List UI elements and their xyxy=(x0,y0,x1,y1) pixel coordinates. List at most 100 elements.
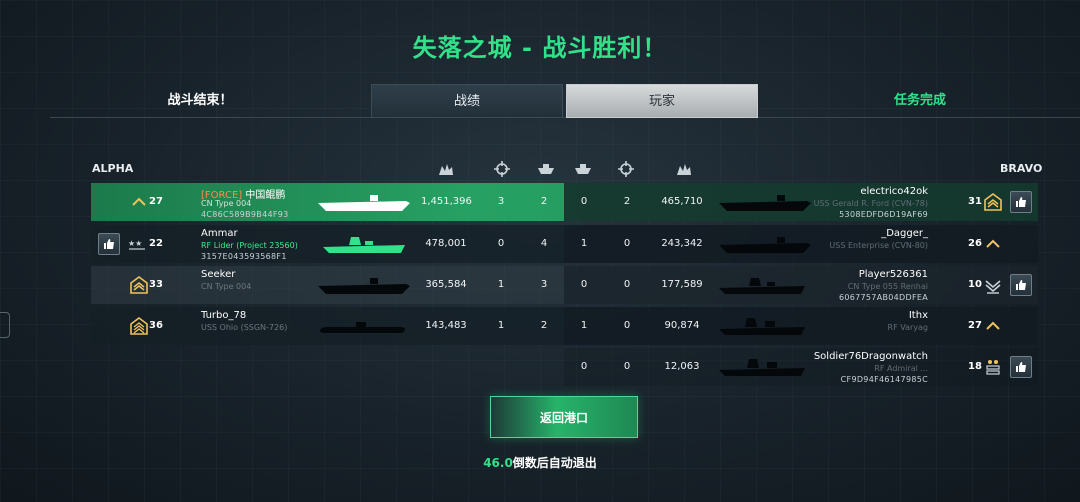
page-title: 失落之城 - 战斗胜利！ xyxy=(412,34,668,62)
player-level: 18 xyxy=(968,361,982,372)
ship-name: CN Type 004 xyxy=(201,282,252,291)
assists-value: 1 xyxy=(580,320,588,331)
carrier-silhouette-icon xyxy=(719,195,811,211)
thumbs-up-icon xyxy=(1016,197,1026,207)
ship-name: USS Ohio (SSGN-726) xyxy=(201,323,288,332)
countdown-seconds: 46.0 xyxy=(483,456,513,470)
like-button[interactable] xyxy=(1010,191,1032,213)
thumbs-up-icon xyxy=(104,239,114,249)
player-level: 27 xyxy=(149,196,163,207)
tab-players[interactable]: 玩家 xyxy=(566,84,758,118)
player-level: 31 xyxy=(968,196,982,207)
ship-name: USS Enterprise (CVN-80) xyxy=(829,241,928,250)
rank-wings-icon xyxy=(985,280,1001,294)
damage-value: 478,001 xyxy=(425,238,467,249)
rank-badge-icon xyxy=(130,317,148,335)
player-level: 27 xyxy=(968,320,982,331)
ship-name: USS Gerald R. Ford (CVN-78) xyxy=(813,199,928,208)
damage-value: 365,584 xyxy=(425,279,467,290)
cruiser-silhouette-icon xyxy=(719,359,805,376)
ship-name: RF Varyag xyxy=(887,323,928,332)
rank-stars-icon: ★★ xyxy=(128,239,145,250)
damage-value: 177,589 xyxy=(661,279,703,290)
damage-value: 243,342 xyxy=(661,238,703,249)
svg-text:★★: ★★ xyxy=(128,239,142,248)
damage-value: 465,710 xyxy=(661,196,703,207)
mission-complete-label: 任务完成 xyxy=(893,93,946,108)
player-id: 3157E043593568F1 xyxy=(201,252,287,261)
damage-value: 143,483 xyxy=(425,320,467,331)
player-id: 4C86C589B9B44F93 xyxy=(201,210,289,219)
assists-value: 2 xyxy=(540,320,548,331)
damage-value: 1,451,396 xyxy=(421,196,472,207)
table-row: ★★ 22 Ammar RF Lider (Project 23560) 315… xyxy=(91,225,1038,263)
kills-value: 0 xyxy=(623,320,631,331)
ship-name: CN Type 004 xyxy=(201,199,252,208)
assists-value: 1 xyxy=(580,238,588,249)
assists-value: 4 xyxy=(540,238,548,249)
player-name: Ithx xyxy=(908,310,928,321)
team-alpha-label: ALPHA xyxy=(92,162,134,175)
carrier-silhouette-icon xyxy=(318,195,410,211)
team-bravo-label: BRAVO xyxy=(1000,162,1043,175)
player-id: 5308EDFD6D19AF69 xyxy=(839,210,928,219)
ship-name: RF Admiral ... xyxy=(874,364,928,373)
kills-value: 0 xyxy=(497,238,505,249)
player-level: 36 xyxy=(149,320,163,331)
player-name: Player526361 xyxy=(858,269,928,280)
return-to-port-button[interactable]: 返回港口 xyxy=(490,396,638,438)
player-level: 10 xyxy=(968,279,982,290)
assists-value: 2 xyxy=(540,196,548,207)
thumbs-up-icon xyxy=(1016,280,1026,290)
player-name: electrico42ok xyxy=(860,186,928,197)
destroyer-silhouette-icon xyxy=(323,237,405,253)
damage-value: 90,874 xyxy=(664,320,700,331)
kills-value: 1 xyxy=(497,279,505,290)
table-row: 0 0 12,063 Soldier76Dragonwatch RF Admir… xyxy=(91,348,1038,386)
damage-icon xyxy=(439,164,453,175)
player-name: Ammar xyxy=(201,228,238,239)
table-row: 27 [FORCE] 中国鲲鹏 CN Type 004 4C86C589B9B4… xyxy=(91,183,1038,221)
side-handle[interactable] xyxy=(0,312,10,338)
countdown-text: 倒数后自动退出 xyxy=(512,456,597,470)
like-button[interactable] xyxy=(98,233,120,255)
ship-name: CN Type 055 Renhai xyxy=(847,282,928,291)
player-name: _Dagger_ xyxy=(881,228,928,239)
rank-chevron-icon xyxy=(986,239,1000,248)
damage-value: 12,063 xyxy=(664,361,700,372)
ship-name: RF Lider (Project 23560) xyxy=(201,241,298,250)
assists-value: 0 xyxy=(580,196,588,207)
player-name: Seeker xyxy=(201,269,236,280)
rank-badge-icon xyxy=(984,193,1002,211)
table-row: 33 Seeker CN Type 004 365,584 1 3 0 0 17… xyxy=(91,266,1038,304)
player-name: Soldier76Dragonwatch xyxy=(813,351,928,362)
assists-value: 0 xyxy=(580,279,588,290)
crosshair-icon xyxy=(618,161,634,177)
ship-icon xyxy=(575,164,591,174)
like-button[interactable] xyxy=(1010,274,1032,296)
like-button[interactable] xyxy=(1010,356,1032,378)
rank-chevron-icon xyxy=(986,321,1000,330)
rank-pips-icon xyxy=(986,360,1000,375)
kills-value: 3 xyxy=(497,196,505,207)
assists-value: 3 xyxy=(540,279,548,290)
player-level: 33 xyxy=(149,279,163,290)
kills-value: 0 xyxy=(623,279,631,290)
player-id: 6067757AB04DDFEA xyxy=(838,293,928,302)
cruiser-silhouette-icon xyxy=(719,318,805,335)
tab-stats[interactable]: 战绩 xyxy=(371,84,563,118)
carrier-silhouette-icon xyxy=(719,237,811,253)
player-level: 26 xyxy=(968,238,982,249)
rank-badge-icon xyxy=(130,276,148,294)
player-id: CF9D94F46147985C xyxy=(840,375,928,384)
kills-value: 1 xyxy=(497,320,505,331)
crosshair-icon xyxy=(494,161,510,177)
rank-chevron-icon xyxy=(132,197,146,206)
player-name-text: 中国鲲鹏 xyxy=(245,190,286,201)
kills-value: 0 xyxy=(623,361,631,372)
damage-icon xyxy=(677,164,691,175)
submarine-silhouette-icon xyxy=(320,322,405,333)
thumbs-up-icon xyxy=(1016,362,1026,372)
table-row: 36 Turbo_78 USS Ohio (SSGN-726) 143,483 … xyxy=(91,307,1038,345)
auto-exit-countdown: 46.0倒数后自动退出 xyxy=(0,454,1080,471)
